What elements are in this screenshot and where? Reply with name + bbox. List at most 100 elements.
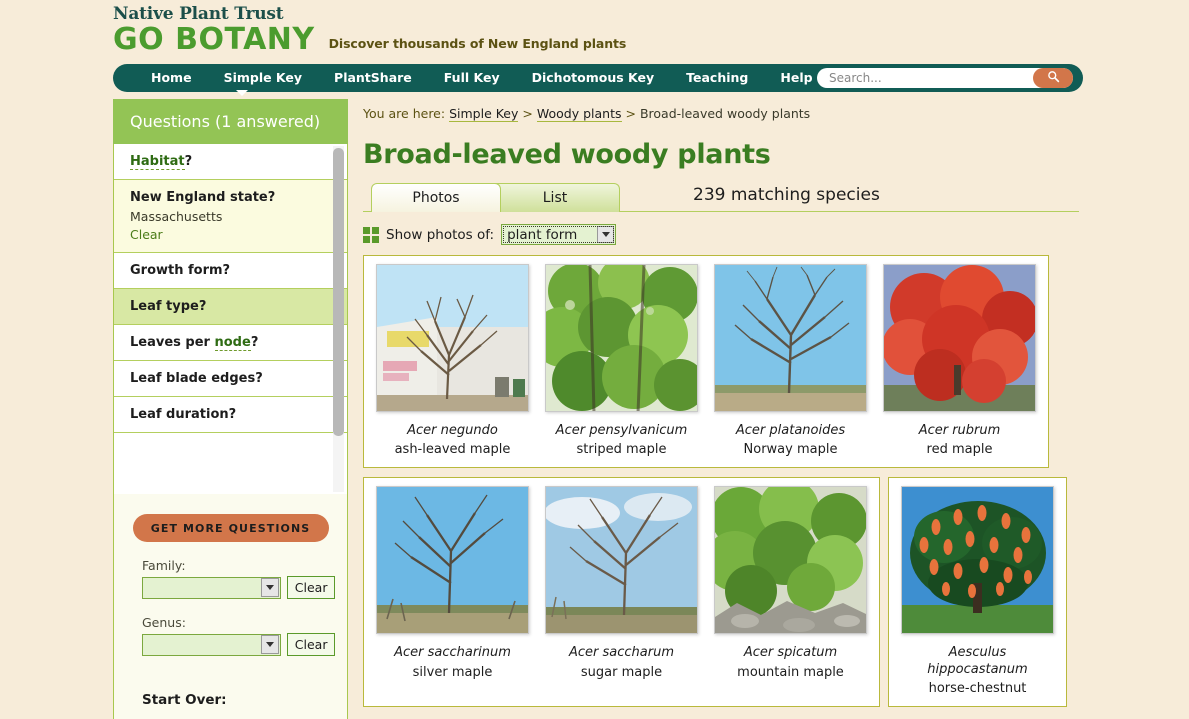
magnifier-icon — [1047, 70, 1060, 86]
species-scientific-name: Acer rubrum — [918, 423, 1001, 438]
species-card[interactable]: Aesculus hippocastanum horse-chestnut — [893, 486, 1062, 696]
breadcrumb-separator: > — [522, 106, 533, 121]
question-item-habitat[interactable]: Habitat? — [114, 144, 347, 180]
species-common-name: Norway maple — [743, 442, 838, 458]
search-box — [817, 68, 1073, 88]
family-filter: Family: Clear — [126, 558, 335, 599]
species-photo[interactable] — [545, 486, 698, 635]
breadcrumb-link-woody-plants[interactable]: Woody plants — [536, 106, 622, 122]
questions-sidebar: Questions (1 answered) Habitat? New Engl… — [113, 99, 348, 719]
questions-panel-header: Questions (1 answered) — [113, 99, 348, 144]
species-card[interactable]: Acer pensylvanicum striped maple — [537, 264, 706, 457]
family-label: Family: — [142, 558, 186, 573]
species-common-name: striped maple — [576, 442, 667, 458]
question-title: Leaf type? — [130, 299, 207, 314]
question-item-leaf-type[interactable]: Leaf type? — [114, 289, 347, 325]
species-photo-gallery: Acer negundo ash-leaved maple Acer pensy… — [363, 255, 1079, 707]
species-card[interactable]: Acer saccharinum silver maple — [368, 486, 537, 696]
species-card[interactable]: Acer saccharum sugar maple — [537, 486, 706, 696]
show-photos-selected-value: plant form — [507, 226, 578, 243]
start-over-label: Start Over: — [142, 692, 227, 708]
species-photo[interactable] — [714, 264, 867, 412]
question-item-leaf-duration[interactable]: Leaf duration? — [114, 397, 347, 433]
question-answer-value: Massachusetts — [130, 209, 223, 224]
species-photo[interactable] — [545, 264, 698, 412]
main-content: You are here: Simple Key > Woody plants … — [363, 106, 1079, 716]
species-photo[interactable] — [376, 264, 529, 412]
four-square-grid-icon — [363, 226, 379, 243]
question-title: Leaves per node? — [130, 335, 259, 351]
main-navigation: Home Simple Key PlantShare Full Key Dich… — [113, 64, 1083, 92]
question-title: Leaf blade edges? — [130, 371, 263, 386]
chevron-down-icon — [261, 635, 280, 654]
get-more-questions-button[interactable]: GET MORE QUESTIONS — [132, 514, 329, 542]
species-common-name: red maple — [926, 442, 993, 458]
nav-item-plantshare[interactable]: PlantShare — [318, 64, 428, 92]
search-button[interactable] — [1033, 68, 1073, 88]
genus-clear-button[interactable]: Clear — [287, 633, 335, 656]
questions-scrollbar-thumb[interactable] — [333, 148, 344, 436]
question-title: Leaf duration? — [130, 407, 237, 422]
nav-item-home[interactable]: Home — [135, 64, 208, 92]
species-photo[interactable] — [901, 486, 1054, 635]
questions-list: Habitat? New England state? Massachusett… — [113, 144, 348, 494]
species-common-name: horse-chestnut — [928, 680, 1027, 696]
brand-org-name: Native Plant Trust — [113, 4, 284, 24]
species-scientific-name: Acer saccharinum — [394, 645, 511, 661]
nav-item-list: Home Simple Key PlantShare Full Key Dich… — [113, 64, 829, 92]
questions-panel-footer: GET MORE QUESTIONS Family: Clear Genus: … — [113, 494, 348, 719]
species-card[interactable]: Acer spicatum mountain maple — [706, 486, 875, 696]
question-item-new-england-state[interactable]: New England state? Massachusetts Clear — [114, 180, 347, 253]
breadcrumb-link-simple-key[interactable]: Simple Key — [449, 106, 519, 122]
tab-list[interactable]: List — [490, 183, 620, 212]
chevron-down-icon — [261, 578, 280, 597]
question-title: Growth form? — [130, 263, 231, 278]
chevron-down-icon — [597, 226, 615, 243]
question-term-habitat[interactable]: Habitat — [130, 154, 185, 170]
question-term-node[interactable]: node — [214, 335, 251, 351]
species-scientific-name: Acer pensylvanicum — [555, 423, 688, 438]
question-item-leaf-blade-edges[interactable]: Leaf blade edges? — [114, 361, 347, 397]
genus-select[interactable] — [142, 633, 282, 656]
species-photo[interactable] — [714, 486, 867, 635]
family-clear-button[interactable]: Clear — [287, 576, 335, 599]
question-title: New England state? — [130, 190, 276, 205]
species-common-name: mountain maple — [737, 664, 844, 680]
species-card[interactable]: Acer platanoides Norway maple — [706, 264, 875, 457]
family-select[interactable] — [142, 576, 282, 599]
species-photo[interactable] — [883, 264, 1036, 412]
species-scientific-name: Acer saccharum — [568, 645, 674, 661]
species-card[interactable]: Acer rubrum red maple — [875, 264, 1044, 457]
tab-photos[interactable]: Photos — [371, 183, 501, 212]
breadcrumb-current: Broad-leaved woody plants — [639, 106, 811, 121]
species-scientific-name: Acer negundo — [407, 423, 498, 438]
gallery-group: Acer negundo ash-leaved maple Acer pensy… — [363, 255, 1049, 469]
question-item-leaves-per-node[interactable]: Leaves per node? — [114, 325, 347, 361]
nav-item-full-key[interactable]: Full Key — [428, 64, 516, 92]
show-photos-select[interactable]: plant form — [501, 224, 617, 245]
genus-label: Genus: — [142, 615, 186, 630]
brand-tagline: Discover thousands of New England plants — [328, 35, 627, 51]
species-card[interactable]: Acer negundo ash-leaved maple — [368, 264, 537, 457]
nav-item-teaching[interactable]: Teaching — [670, 64, 764, 92]
breadcrumb: You are here: Simple Key > Woody plants … — [363, 106, 1079, 122]
nav-item-simple-key[interactable]: Simple Key — [208, 64, 318, 92]
site-header: Native Plant Trust GO BOTANY Discover th… — [113, 0, 1083, 62]
gallery-group-highlighted: Aesculus hippocastanum horse-chestnut — [888, 477, 1067, 707]
species-common-name: silver maple — [412, 664, 493, 680]
search-input[interactable] — [817, 69, 1027, 87]
breadcrumb-prefix: You are here: — [363, 106, 446, 121]
matching-species-count: 239 matching species — [693, 185, 880, 205]
page-root: Native Plant Trust GO BOTANY Discover th… — [0, 0, 1189, 719]
species-scientific-name: Acer platanoides — [735, 423, 846, 438]
result-view-tabs: Photos List 239 matching species — [363, 183, 1079, 212]
question-clear-link[interactable]: Clear — [130, 227, 347, 242]
question-item-growth-form[interactable]: Growth form? — [114, 253, 347, 289]
brand-logo-text[interactable]: GO BOTANY — [113, 24, 315, 56]
species-common-name: sugar maple — [580, 664, 663, 680]
nav-item-dichotomous-key[interactable]: Dichotomous Key — [516, 64, 671, 92]
species-common-name: ash-leaved maple — [394, 442, 511, 458]
gallery-row: Acer saccharinum silver maple Acer sacch… — [363, 477, 1079, 707]
species-photo[interactable] — [376, 486, 529, 635]
genus-filter: Genus: Clear — [126, 615, 335, 656]
